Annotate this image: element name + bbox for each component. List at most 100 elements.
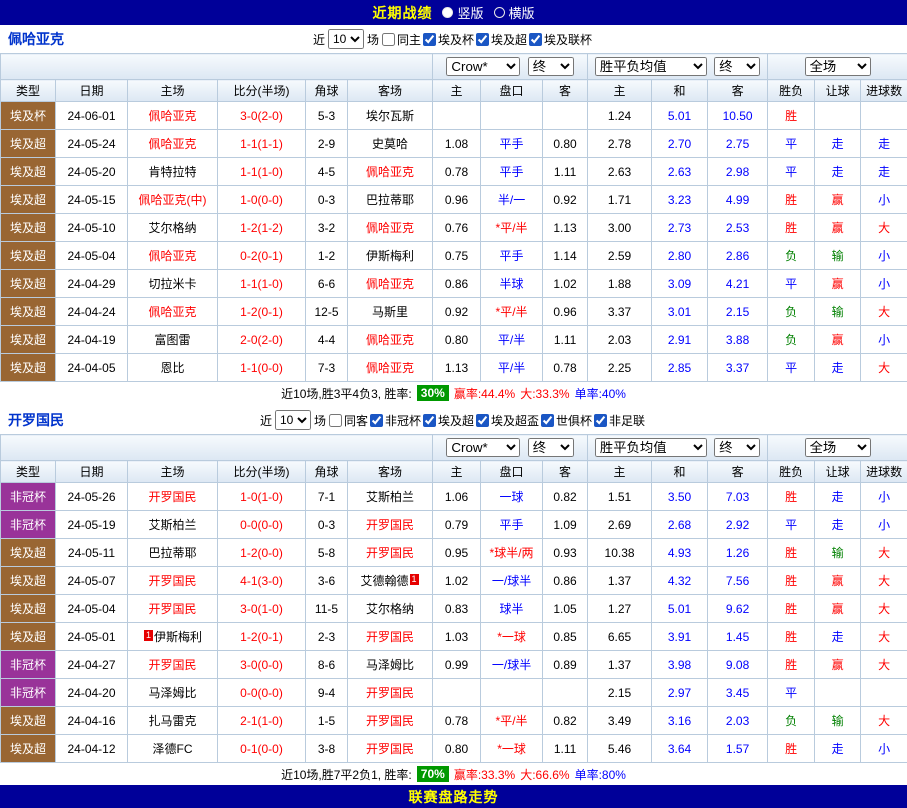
date-cell: 24-06-01: [56, 102, 128, 130]
team-name-link[interactable]: 开罗国民: [148, 658, 196, 672]
team-name-link[interactable]: 佩哈亚克: [148, 305, 196, 319]
scope-select[interactable]: 全场: [805, 57, 871, 76]
league-filter-group: 同客非冠杯埃及超埃及超盃世俱杯非足联: [329, 412, 647, 429]
team-name-link[interactable]: 佩哈亚克: [366, 277, 414, 291]
filter-checkbox-input[interactable]: [382, 33, 395, 46]
filter-checkbox[interactable]: 埃及杯: [423, 31, 474, 48]
avg-home-cell: 1.37: [588, 651, 652, 679]
team-name-link[interactable]: 切拉米卡: [148, 277, 196, 291]
team-name-link[interactable]: 巴拉蒂耶: [148, 546, 196, 560]
team-name-link[interactable]: 肯特拉特: [148, 165, 196, 179]
match-row: 埃及超24-05-04佩哈亚克0-2(0-1)1-2伊斯梅利0.75平手1.14…: [1, 242, 907, 270]
team-name-link[interactable]: 泽德FC: [153, 742, 193, 756]
filter-checkbox-input[interactable]: [476, 414, 489, 427]
team-name-link[interactable]: 富图雷: [154, 333, 190, 347]
team-name-link[interactable]: 佩哈亚克: [366, 361, 414, 375]
avg-type-select[interactable]: 胜平负均值: [595, 57, 707, 76]
filter-checkbox-input[interactable]: [529, 33, 542, 46]
team-name-link[interactable]: 佩哈亚克: [366, 333, 414, 347]
odds-company-select[interactable]: Crow*: [446, 438, 520, 457]
team-name-link[interactable]: 开罗国民: [366, 546, 414, 560]
team-name-link[interactable]: 佩哈亚克(中): [139, 193, 207, 207]
team-name-link[interactable]: 开罗国民: [366, 518, 414, 532]
handicap-cell: 一球: [481, 483, 543, 511]
team-name-link[interactable]: 佩哈亚克: [366, 221, 414, 235]
team-name-link[interactable]: 马泽姆比: [366, 658, 414, 672]
team-name-link[interactable]: 佩哈亚克: [148, 109, 196, 123]
odds-time-select[interactable]: 终: [528, 438, 574, 457]
filter-checkbox[interactable]: 埃及超: [476, 31, 527, 48]
team-name-link[interactable]: 艾斯柏兰: [148, 518, 196, 532]
filter-checkbox-input[interactable]: [423, 33, 436, 46]
filter-checkbox-label: 非足联: [609, 412, 645, 429]
team-name-link[interactable]: 开罗国民: [148, 490, 196, 504]
team-name-link[interactable]: 开罗国民: [366, 686, 414, 700]
score-cell: 1-2(0-0): [218, 539, 306, 567]
league-type-cell: 埃及超: [1, 326, 56, 354]
odds-company-select[interactable]: Crow*: [446, 57, 520, 76]
match-row: 非冠杯24-05-26开罗国民1-0(1-0)7-1艾斯柏兰1.06一球0.82…: [1, 483, 907, 511]
score-cell: 2-0(2-0): [218, 326, 306, 354]
team-name-link[interactable]: 马斯里: [372, 305, 408, 319]
avg-home-cell: 2.63: [588, 158, 652, 186]
team-name-link[interactable]: 艾尔格纳: [148, 221, 196, 235]
result-handicap-cell: 走: [815, 354, 861, 382]
avg-away-cell: 2.92: [708, 511, 768, 539]
team-name-link[interactable]: 开罗国民: [148, 574, 196, 588]
match-count-select[interactable]: 10: [328, 29, 364, 49]
away-team-cell: 伊斯梅利: [348, 242, 433, 270]
team-name-link[interactable]: 开罗国民: [366, 630, 414, 644]
team-name-title: 开罗国民: [8, 410, 64, 430]
team-name-link[interactable]: 马泽姆比: [148, 686, 196, 700]
avg-type-select[interactable]: 胜平负均值: [595, 438, 707, 457]
result-goals-cell: 小: [861, 483, 907, 511]
team-name-link[interactable]: 艾斯柏兰: [366, 490, 414, 504]
filter-checkbox[interactable]: 埃及超: [423, 412, 474, 429]
team-name-link[interactable]: 史莫哈: [372, 137, 408, 151]
team-name-link[interactable]: 埃尔瓦斯: [366, 109, 414, 123]
result-handicap-cell: 赢: [815, 270, 861, 298]
result-wdl-cell: 胜: [768, 102, 815, 130]
filter-checkbox[interactable]: 同客: [329, 412, 368, 429]
team-name-link[interactable]: 佩哈亚克: [148, 249, 196, 263]
team-name-link[interactable]: 艾德翰德: [361, 574, 409, 588]
team-name-link[interactable]: 开罗国民: [148, 602, 196, 616]
win-rate-badge: 30%: [417, 385, 449, 401]
layout-radio-vertical[interactable]: 竖版: [442, 3, 483, 22]
filter-checkbox[interactable]: 埃及联杯: [529, 31, 592, 48]
filter-checkbox-input[interactable]: [594, 414, 607, 427]
home-team-cell: 开罗国民: [128, 651, 218, 679]
filter-checkbox[interactable]: 同主: [382, 31, 421, 48]
filter-checkbox[interactable]: 埃及超盃: [476, 412, 539, 429]
team-name-link[interactable]: 伊斯梅利: [366, 249, 414, 263]
team-name-link[interactable]: 艾尔格纳: [366, 602, 414, 616]
filter-checkbox[interactable]: 非冠杯: [370, 412, 421, 429]
handicap-win-rate: 赢率:44.4%: [454, 385, 515, 402]
team-name-link[interactable]: 开罗国民: [366, 714, 414, 728]
away-team-cell: 埃尔瓦斯: [348, 102, 433, 130]
filter-checkbox-input[interactable]: [476, 33, 489, 46]
games-label: 场: [367, 31, 379, 48]
match-count-select[interactable]: 10: [275, 410, 311, 430]
team-name-link[interactable]: 佩哈亚克: [148, 137, 196, 151]
filter-checkbox-input[interactable]: [423, 414, 436, 427]
date-cell: 24-05-10: [56, 214, 128, 242]
team-name-link[interactable]: 佩哈亚克: [366, 165, 414, 179]
odds-time-select[interactable]: 终: [528, 57, 574, 76]
filter-checkbox-input[interactable]: [541, 414, 554, 427]
filter-checkbox[interactable]: 非足联: [594, 412, 645, 429]
layout-radio-horizontal[interactable]: 横版: [494, 3, 535, 22]
scope-select[interactable]: 全场: [805, 438, 871, 457]
filter-checkbox-input[interactable]: [329, 414, 342, 427]
team-name-link[interactable]: 巴拉蒂耶: [366, 193, 414, 207]
avg-time-select[interactable]: 终: [714, 438, 760, 457]
avg-time-select[interactable]: 终: [714, 57, 760, 76]
team-name-link[interactable]: 开罗国民: [366, 742, 414, 756]
team-name-link[interactable]: 恩比: [160, 361, 184, 375]
team-name-link[interactable]: 伊斯梅利: [154, 630, 202, 644]
home-team-cell: 佩哈亚克: [128, 242, 218, 270]
filter-checkbox-input[interactable]: [370, 414, 383, 427]
team-name-link[interactable]: 扎马雷克: [148, 714, 196, 728]
filter-checkbox[interactable]: 世俱杯: [541, 412, 592, 429]
summary-text: 近10场,胜7平2负1, 胜率:: [281, 766, 412, 783]
